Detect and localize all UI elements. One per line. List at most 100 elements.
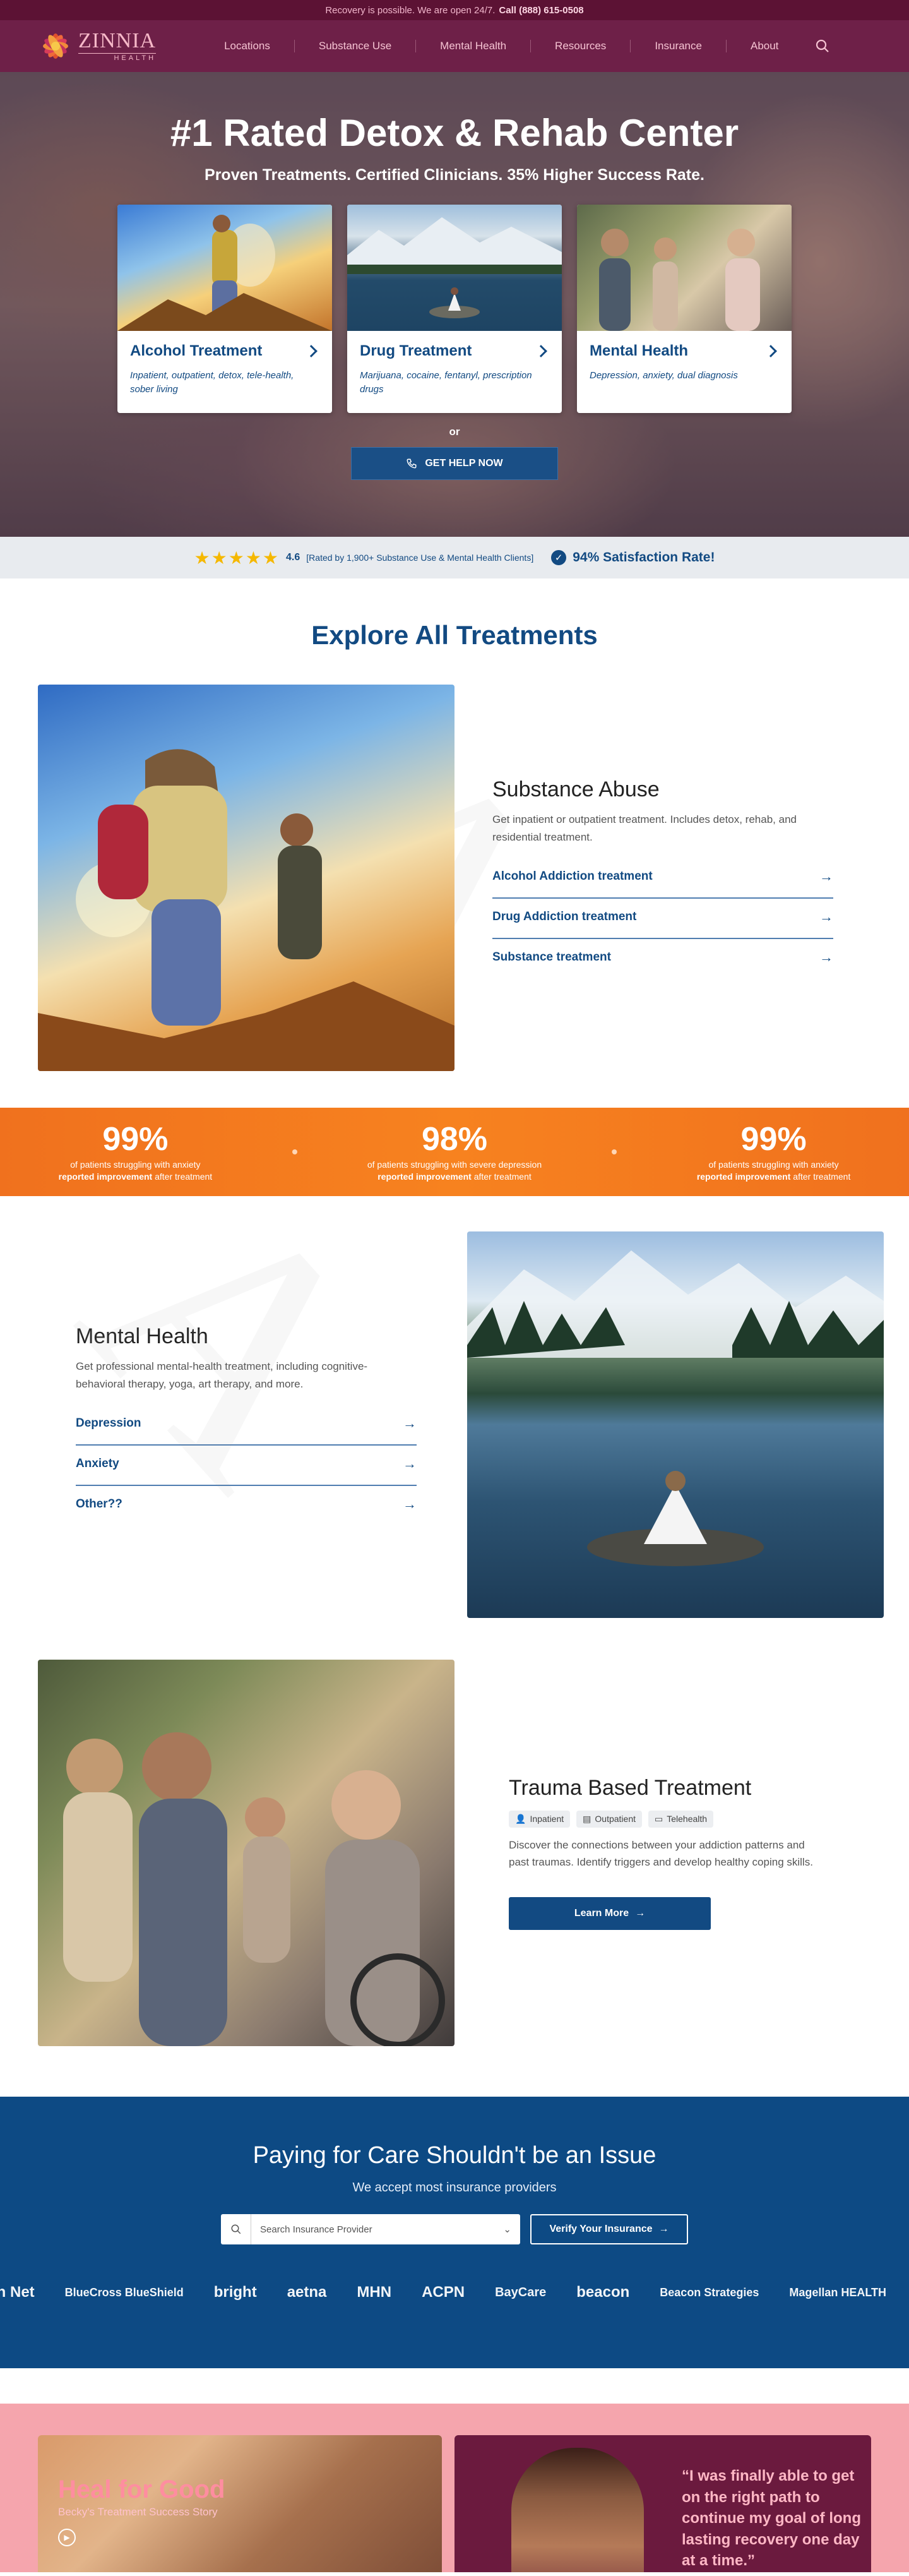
stat-line: of patients struggling with anxiety	[70, 1159, 201, 1170]
stat-item: 98% of patients struggling with severe d…	[341, 1123, 568, 1182]
story-title: Heal for Good	[58, 2476, 225, 2503]
section-heading: Trauma Based Treatment	[509, 1775, 752, 1800]
link-label: Drug Addiction treatment	[492, 909, 637, 923]
satisfaction-rate: 94% Satisfaction Rate!	[573, 550, 715, 565]
link-anxiety[interactable]: Anxiety →	[76, 1446, 417, 1486]
link-other[interactable]: Other?? →	[76, 1486, 417, 1525]
stat-item: 99% of patients struggling with anxiety …	[660, 1123, 888, 1182]
section-substance-abuse: Substance Abuse Get inpatient or outpati…	[0, 685, 909, 1071]
card-desc: Inpatient, outpatient, detox, tele-healt…	[130, 370, 294, 395]
link-label: Other??	[76, 1497, 122, 1511]
insurance-title: Paying for Care Shouldn't be an Issue	[252, 2142, 656, 2169]
chevron-right-icon	[305, 345, 318, 357]
separator-dot	[611, 1149, 617, 1154]
search-icon[interactable]	[815, 39, 830, 54]
hero-title: #1 Rated Detox & Rehab Center	[170, 112, 739, 154]
link-label: Substance treatment	[492, 950, 611, 964]
insurance-logos: lth Net BlueCross BlueShield bright aetn…	[0, 2284, 909, 2301]
monitor-icon: ▭	[655, 1813, 663, 1824]
insurance-search-input[interactable]: Search Insurance Provider ⌄	[221, 2214, 520, 2244]
arrow-right-icon: →	[403, 1415, 417, 1431]
card-mental-health[interactable]: Mental Health Depression, anxiety, dual …	[577, 205, 792, 413]
stat-line2: reported improvement after treatment	[696, 1171, 851, 1182]
nav-item-resources[interactable]: Resources	[530, 40, 630, 52]
nav-items: Locations Substance Use Mental Health Re…	[200, 40, 802, 52]
person-icon: 👤	[515, 1813, 526, 1824]
story-video-card[interactable]: Heal for Good Becky's Treatment Success …	[38, 2435, 442, 2572]
link-depression[interactable]: Depression →	[76, 1405, 417, 1446]
chip-inpatient: 👤 Inpatient	[509, 1810, 571, 1828]
card-title: Mental Health	[590, 342, 689, 359]
insurer-logo: aetna	[287, 2284, 327, 2301]
image-support-group	[38, 1660, 454, 2046]
stat-line2: reported improvement after treatment	[58, 1171, 213, 1182]
rating-bar: ★★★★★ 4.6 [Rated by 1,900+ Substance Use…	[0, 537, 909, 578]
stat-line: of patients struggling with anxiety	[708, 1159, 839, 1170]
arrow-right-icon: →	[658, 2224, 669, 2234]
nav-item-about[interactable]: About	[725, 40, 802, 52]
stat-value: 99%	[102, 1120, 169, 1158]
story-subtitle: Becky's Treatment Success Story	[58, 2506, 218, 2518]
chevron-right-icon	[764, 345, 777, 357]
verify-insurance-button[interactable]: Verify Your Insurance →	[530, 2214, 688, 2244]
flower-icon	[43, 33, 68, 59]
arrow-right-icon: →	[819, 949, 833, 965]
section-trauma: Trauma Based Treatment 👤 Inpatient ▤ Outpa…	[0, 1660, 909, 2046]
explore-title: Explore All Treatments	[311, 620, 598, 650]
card-drug-treatment[interactable]: Drug Treatment Marijuana, cocaine, fenta…	[347, 205, 562, 413]
care-type-chips: 👤 Inpatient ▤ Outpatient ▭ Telehealth	[509, 1810, 824, 1828]
stat-value: 99%	[740, 1120, 807, 1158]
testimonial-card: “I was finally able to get on the right …	[454, 2435, 871, 2572]
section-mental-health: Mental Health Get professional mental-he…	[0, 1231, 909, 1618]
announcement-text: Recovery is possible. We are open 24/7.	[325, 4, 496, 16]
chevron-right-icon	[535, 345, 547, 357]
image-hiking-couple	[38, 685, 454, 1071]
insurer-logo: MHN	[357, 2284, 392, 2301]
nav-item-mental-health[interactable]: Mental Health	[415, 40, 530, 52]
card-alcohol-treatment[interactable]: Alcohol Treatment Inpatient, outpatient,…	[117, 205, 332, 413]
nav-item-insurance[interactable]: Insurance	[630, 40, 726, 52]
chip-outpatient: ▤ Outpatient	[576, 1810, 642, 1828]
play-icon[interactable]: ▶	[58, 2529, 76, 2546]
announcement-bar: Recovery is possible. We are open 24/7. …	[0, 0, 909, 20]
success-stories: Heal for Good Becky's Treatment Success …	[0, 2404, 909, 2572]
stat-line: of patients struggling with severe depre…	[367, 1159, 542, 1170]
building-icon: ▤	[583, 1813, 591, 1824]
logo[interactable]: ZINNIA HEALTH	[38, 28, 157, 64]
hero: #1 Rated Detox & Rehab Center Proven Tre…	[0, 72, 909, 537]
section-desc: Get inpatient or outpatient treatment. I…	[492, 813, 797, 843]
treatment-links: Depression → Anxiety → Other?? →	[76, 1405, 417, 1525]
brand-name: ZINNIA	[78, 29, 157, 52]
nav-item-substance-use[interactable]: Substance Use	[294, 40, 415, 52]
insurance-section: Paying for Care Shouldn't be an Issue We…	[0, 2097, 909, 2368]
link-label: Alcohol Addiction treatment	[492, 869, 653, 883]
substance-text: Substance Abuse Get inpatient or outpati…	[492, 777, 833, 978]
get-help-button[interactable]: GET HELP NOW	[351, 447, 558, 480]
insurer-logo: beacon	[576, 2284, 630, 2301]
rating-count: [Rated by 1,900+ Substance Use & Mental …	[306, 553, 534, 563]
learn-more-button[interactable]: Learn More →	[509, 1897, 711, 1931]
insurer-logo: Magellan HEALTH	[789, 2285, 887, 2299]
insurance-placeholder: Search Insurance Provider	[260, 2224, 372, 2235]
testimonial-quote: “I was finally able to get on the right …	[682, 2467, 861, 2570]
nav-item-locations[interactable]: Locations	[200, 40, 294, 52]
check-icon: ✓	[551, 550, 567, 565]
link-drug-addiction[interactable]: Drug Addiction treatment →	[492, 899, 833, 939]
verify-label: Verify Your Insurance	[549, 2224, 653, 2234]
hero-cards: Alcohol Treatment Inpatient, outpatient,…	[0, 205, 909, 413]
brand-sub: HEALTH	[78, 53, 157, 62]
phone-link[interactable]: Call (888) 615-0508	[499, 5, 583, 16]
link-substance-treatment[interactable]: Substance treatment →	[492, 939, 833, 978]
arrow-right-icon: →	[403, 1495, 417, 1512]
arrow-right-icon: →	[819, 908, 833, 925]
insurer-logo: Beacon Strategies	[660, 2285, 759, 2299]
stats-banner: 99% of patients struggling with anxiety …	[0, 1108, 909, 1196]
chip-telehealth: ▭ Telehealth	[648, 1810, 714, 1828]
insurer-logo: bright	[213, 2284, 257, 2301]
stat-line2: reported improvement after treatment	[377, 1171, 532, 1182]
stat-item: 99% of patients struggling with anxiety …	[21, 1123, 249, 1182]
link-alcohol-addiction[interactable]: Alcohol Addiction treatment →	[492, 858, 833, 899]
learn-more-label: Learn More	[574, 1908, 629, 1919]
main-nav: ZINNIA HEALTH Locations Substance Use Me…	[0, 20, 909, 72]
insurance-form: Search Insurance Provider ⌄ Verify Your …	[0, 2214, 909, 2244]
